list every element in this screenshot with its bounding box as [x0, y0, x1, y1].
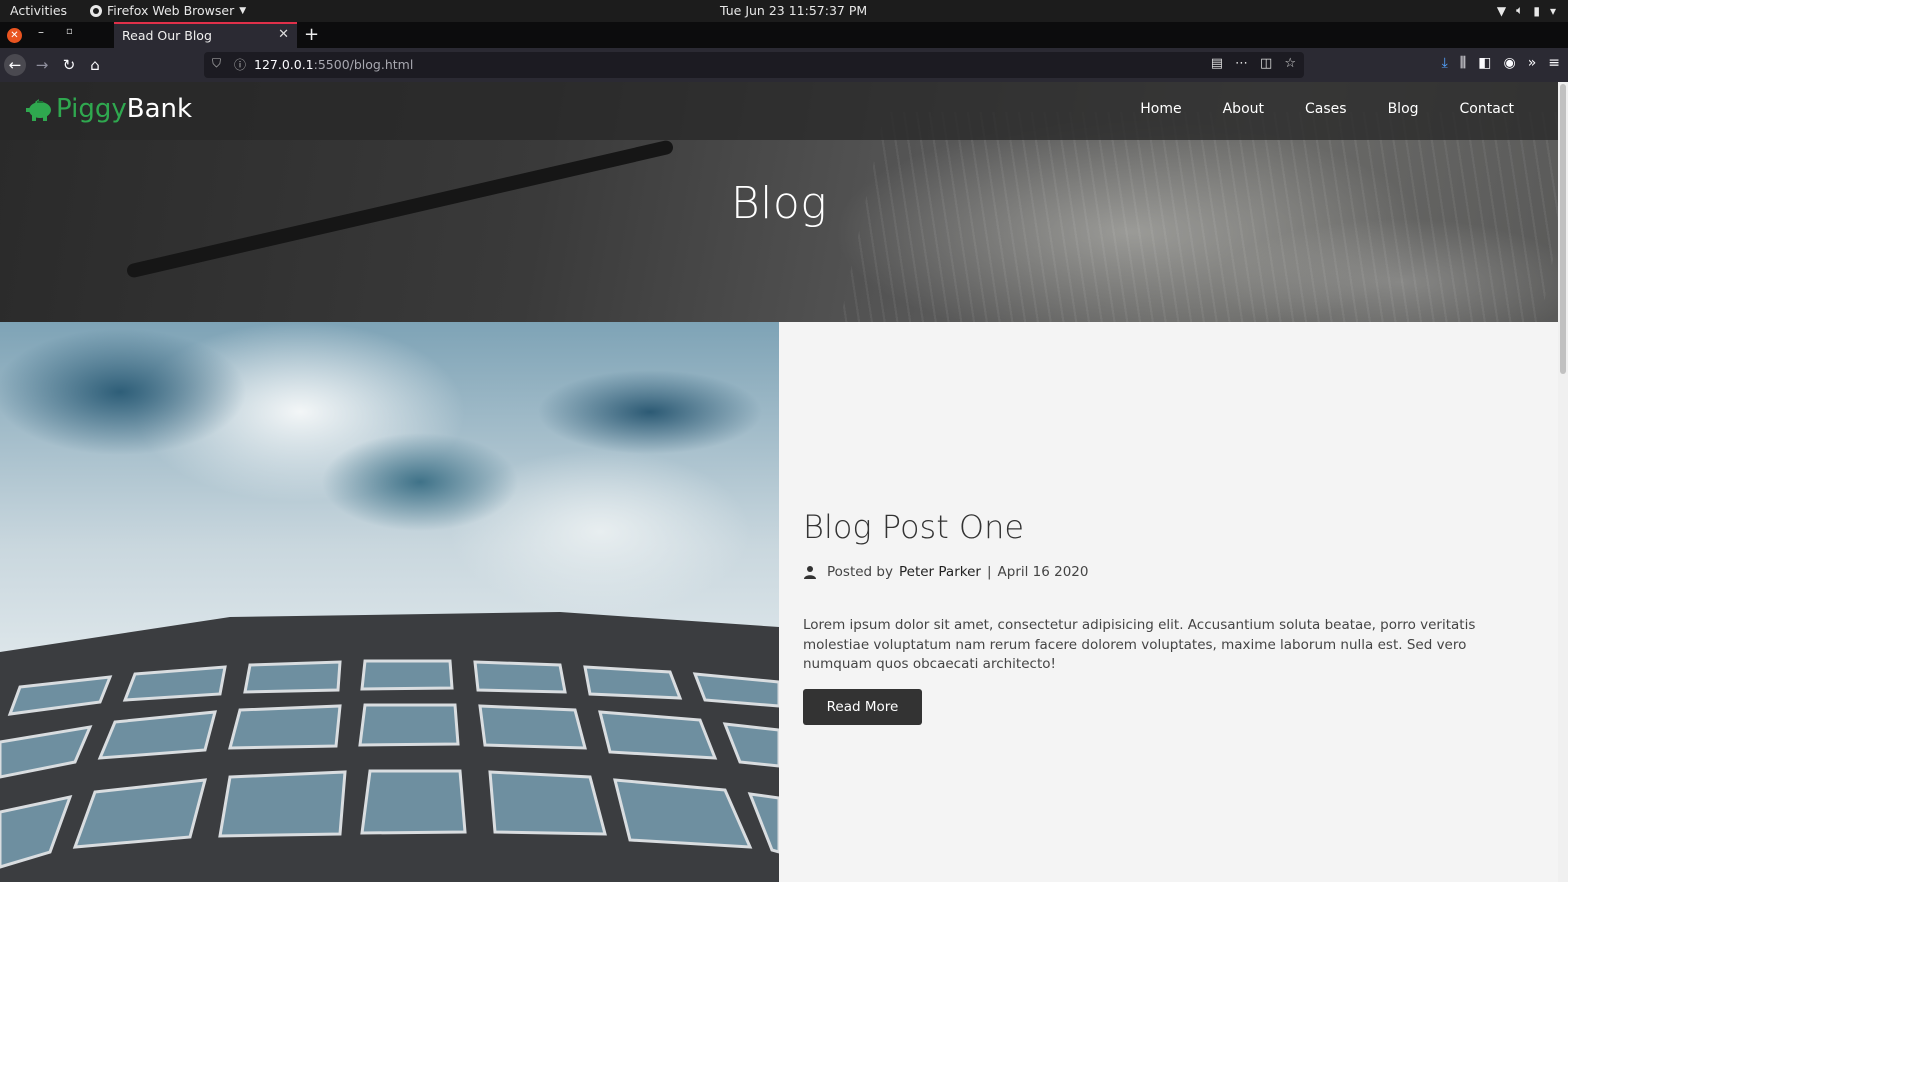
reader-view-icon[interactable]: ▤: [1211, 56, 1223, 71]
home-icon[interactable]: ⌂: [84, 54, 106, 76]
posted-by-label: Posted by: [827, 564, 893, 580]
tab-close-icon[interactable]: ✕: [278, 27, 289, 42]
nav-link-blog[interactable]: Blog: [1388, 101, 1419, 117]
post-excerpt: Lorem ipsum dolor sit amet, consectetur …: [803, 617, 1476, 672]
url-actions: ▤ ⋯ ◫ ☆: [1211, 56, 1296, 71]
site-info-icon[interactable]: ⓘ: [234, 56, 246, 73]
overflow-chevron-icon[interactable]: »: [1528, 55, 1537, 71]
post-author: Peter Parker: [898, 564, 981, 580]
back-arrow-icon[interactable]: ←: [4, 54, 26, 76]
window-minimize-icon[interactable]: –: [38, 25, 44, 39]
read-more-button[interactable]: Read More: [803, 689, 922, 725]
caret-down-icon: ▼: [239, 5, 247, 16]
toolbar-right: ⤓ ⫼ ◧ ◉ » ≡: [1442, 55, 1560, 71]
activities-button[interactable]: Activities: [10, 3, 67, 18]
reload-icon[interactable]: ↻: [58, 54, 80, 76]
clock[interactable]: Tue Jun 23 11:57:37 PM: [720, 3, 867, 18]
nav-link-cases[interactable]: Cases: [1305, 101, 1347, 117]
account-icon[interactable]: ◉: [1503, 55, 1515, 71]
volume-icon: 🔈︎: [1516, 3, 1524, 17]
site-menu: Home About Cases Blog Contact: [1099, 101, 1514, 117]
post-date: April 16 2020: [997, 564, 1089, 580]
site-navbar: Piggy Bank Home About Cases Blog Contact: [0, 82, 1558, 140]
tab-active[interactable]: Read Our Blog ✕: [114, 22, 297, 48]
url-text[interactable]: 127.0.0.1:5500/blog.html: [254, 57, 413, 72]
meta-separator: |: [986, 564, 992, 580]
system-tray[interactable]: ▼ 🔈︎ ▮ ▾: [1497, 3, 1556, 18]
building-illustration: [0, 612, 779, 882]
url-host: 127.0.0.1: [254, 57, 314, 72]
blog-post: Blog Post One Posted by Peter Parker | A…: [0, 322, 1558, 882]
downloads-icon[interactable]: ⤓: [1442, 55, 1448, 71]
nav-link-about[interactable]: About: [1223, 101, 1264, 117]
system-top-bar: Activities Firefox Web Browser ▼ Tue Jun…: [0, 0, 1568, 22]
site-logo[interactable]: Piggy Bank: [24, 94, 192, 124]
page-title: Blog: [730, 178, 828, 229]
tab-title: Read Our Blog: [122, 28, 212, 43]
window-restore-icon[interactable]: ▫: [66, 26, 73, 37]
browser-toolbar: ← → ↻ ⌂ ⛉ ⓘ 127.0.0.1:5500/blog.html ▤ ⋯…: [0, 48, 1568, 82]
hamburger-menu-icon[interactable]: ≡: [1548, 55, 1560, 71]
logo-text-bank: Bank: [126, 94, 193, 124]
new-tab-icon[interactable]: +: [304, 24, 319, 45]
tab-strip: ✕ – ▫ Read Our Blog ✕ +: [0, 22, 1568, 48]
page-actions-icon[interactable]: ⋯: [1235, 56, 1248, 71]
app-menu-label: Firefox Web Browser: [107, 3, 235, 18]
nav-link-home[interactable]: Home: [1140, 101, 1181, 117]
user-icon: [804, 566, 816, 579]
library-icon[interactable]: ⫼: [1460, 55, 1466, 71]
battery-icon: ▮: [1533, 3, 1540, 18]
page-scrollbar[interactable]: [1558, 82, 1568, 882]
page-viewport: Piggy Bank Home About Cases Blog Contact …: [0, 82, 1558, 882]
app-menu[interactable]: Firefox Web Browser ▼: [90, 3, 246, 18]
scrollbar-thumb[interactable]: [1560, 84, 1566, 374]
window-close-icon[interactable]: ✕: [7, 28, 22, 43]
post-image: [0, 322, 779, 882]
piggy-bank-icon: [26, 99, 51, 121]
sidebar-icon[interactable]: ◧: [1478, 55, 1491, 71]
nav-link-contact[interactable]: Contact: [1460, 101, 1514, 117]
pocket-icon[interactable]: ◫: [1260, 56, 1272, 71]
tray-caret-icon: ▾: [1549, 3, 1556, 18]
forward-arrow-icon[interactable]: →: [31, 54, 53, 76]
hero-banner: Piggy Bank Home About Cases Blog Contact …: [0, 82, 1558, 322]
post-meta: Posted by Peter Parker | April 16 2020: [803, 564, 1089, 580]
post-title[interactable]: Blog Post One: [803, 508, 1024, 546]
wifi-icon: ▼: [1496, 3, 1507, 18]
firefox-icon: [90, 4, 102, 17]
bookmark-star-icon[interactable]: ☆: [1284, 56, 1296, 71]
logo-text-piggy: Piggy: [56, 94, 127, 124]
url-path: :5500/blog.html: [313, 57, 414, 72]
shield-icon[interactable]: ⛉: [212, 56, 221, 71]
url-bar[interactable]: ⛉ ⓘ 127.0.0.1:5500/blog.html ▤ ⋯ ◫ ☆: [204, 52, 1304, 78]
post-body: Blog Post One Posted by Peter Parker | A…: [803, 322, 1523, 882]
